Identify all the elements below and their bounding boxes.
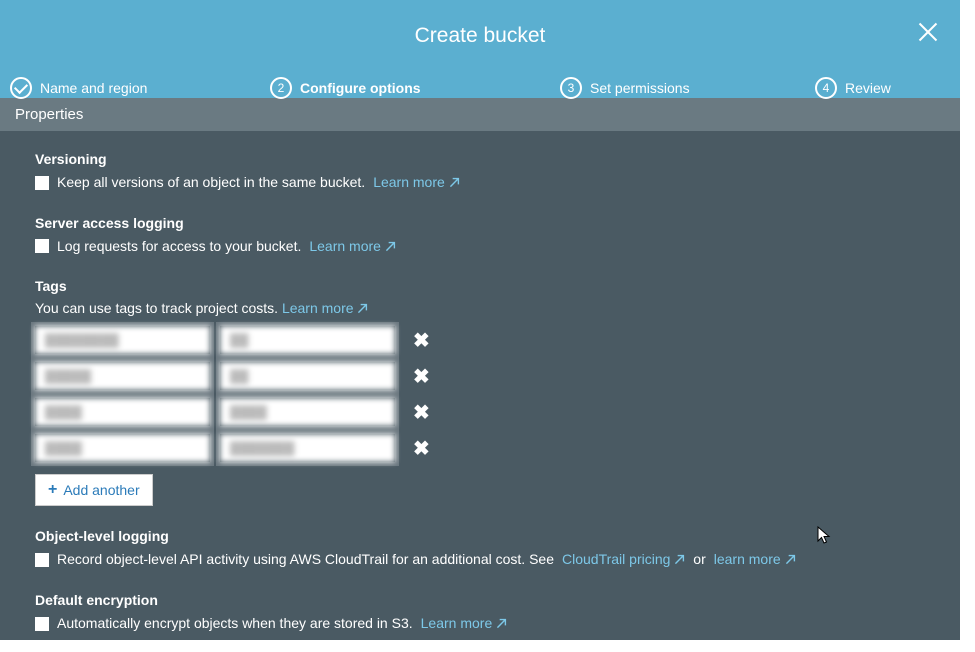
tag-row: ✖ — [35, 434, 925, 462]
link-text: CloudTrail pricing — [562, 551, 670, 567]
external-link-icon — [674, 554, 685, 565]
close-icon[interactable] — [916, 20, 940, 44]
remove-tag-icon[interactable]: ✖ — [409, 364, 434, 389]
encryption-title: Default encryption — [35, 592, 925, 608]
or-text: or — [693, 550, 705, 570]
tag-value-input[interactable] — [220, 326, 395, 354]
encryption-group: Default encryption Automatically encrypt… — [35, 592, 925, 634]
add-another-label: Add another — [63, 482, 139, 498]
modal-body-scroll[interactable]: Properties Versioning Keep all versions … — [0, 98, 960, 638]
object-logging-row: Record object-level API activity using A… — [35, 550, 925, 570]
object-logging-checkbox[interactable] — [35, 553, 49, 567]
remove-tag-icon[interactable]: ✖ — [409, 328, 434, 353]
step-name-and-region[interactable]: Name and region — [10, 77, 147, 99]
create-bucket-modal: Create bucket Name and region 2 Configur… — [0, 0, 960, 640]
tags-desc-row: You can use tags to track project costs.… — [35, 300, 925, 316]
step-label: Set permissions — [590, 80, 690, 96]
object-logging-learn-more-link[interactable]: learn more — [714, 550, 796, 570]
link-text: learn more — [714, 551, 781, 567]
encryption-learn-more-link[interactable]: Learn more — [421, 614, 507, 634]
object-logging-title: Object-level logging — [35, 528, 925, 544]
link-text: Learn more — [282, 300, 354, 316]
external-link-icon — [785, 554, 796, 565]
step-configure-options[interactable]: 2 Configure options — [270, 77, 421, 99]
encryption-text: Automatically encrypt objects when they … — [57, 614, 413, 634]
modal-title: Create bucket — [0, 0, 960, 48]
step-set-permissions[interactable]: 3 Set permissions — [560, 77, 690, 99]
add-another-tag-button[interactable]: + Add another — [35, 474, 153, 506]
tags-group: Tags You can use tags to track project c… — [35, 278, 925, 506]
tag-key-input[interactable] — [35, 434, 210, 462]
external-link-icon — [357, 303, 368, 314]
remove-tag-icon[interactable]: ✖ — [409, 400, 434, 425]
link-text: Learn more — [309, 238, 381, 254]
step-number-icon: 2 — [270, 77, 292, 99]
versioning-checkbox[interactable] — [35, 176, 49, 190]
modal-header: Create bucket Name and region 2 Configur… — [0, 0, 960, 98]
object-logging-group: Object-level logging Record object-level… — [35, 528, 925, 570]
link-text: Learn more — [373, 174, 445, 190]
tag-row: ✖ — [35, 362, 925, 390]
tag-key-input[interactable] — [35, 326, 210, 354]
server-logging-group: Server access logging Log requests for a… — [35, 215, 925, 257]
tags-desc: You can use tags to track project costs. — [35, 300, 278, 316]
server-logging-learn-more-link[interactable]: Learn more — [309, 237, 395, 257]
check-icon — [10, 77, 32, 99]
versioning-group: Versioning Keep all versions of an objec… — [35, 151, 925, 193]
properties-header: Properties — [0, 98, 960, 131]
object-logging-text: Record object-level API activity using A… — [57, 550, 554, 570]
tag-key-input[interactable] — [35, 362, 210, 390]
step-label: Name and region — [40, 80, 147, 96]
step-number-icon: 3 — [560, 77, 582, 99]
tags-learn-more-link[interactable]: Learn more — [282, 300, 368, 316]
link-text: Learn more — [421, 615, 493, 631]
tag-key-input[interactable] — [35, 398, 210, 426]
external-link-icon — [449, 177, 460, 188]
server-logging-title: Server access logging — [35, 215, 925, 231]
tag-value-input[interactable] — [220, 398, 395, 426]
versioning-row: Keep all versions of an object in the sa… — [35, 173, 925, 193]
step-label: Configure options — [300, 80, 421, 96]
tags-title: Tags — [35, 278, 925, 294]
step-number-icon: 4 — [815, 77, 837, 99]
versioning-text: Keep all versions of an object in the sa… — [57, 173, 365, 193]
external-link-icon — [496, 618, 507, 629]
plus-icon: + — [48, 481, 57, 499]
step-label: Review — [845, 80, 891, 96]
properties-content: Versioning Keep all versions of an objec… — [0, 131, 960, 638]
external-link-icon — [385, 241, 396, 252]
tag-row: ✖ — [35, 326, 925, 354]
encryption-checkbox[interactable] — [35, 617, 49, 631]
versioning-learn-more-link[interactable]: Learn more — [373, 173, 459, 193]
versioning-title: Versioning — [35, 151, 925, 167]
tag-value-input[interactable] — [220, 362, 395, 390]
server-logging-row: Log requests for access to your bucket. … — [35, 237, 925, 257]
cloudtrail-pricing-link[interactable]: CloudTrail pricing — [562, 550, 685, 570]
encryption-row: Automatically encrypt objects when they … — [35, 614, 925, 634]
server-logging-checkbox[interactable] — [35, 239, 49, 253]
server-logging-text: Log requests for access to your bucket. — [57, 237, 301, 257]
tags-list: ✖ ✖ ✖ ✖ — [35, 326, 925, 462]
step-review[interactable]: 4 Review — [815, 77, 891, 99]
tag-value-input[interactable] — [220, 434, 395, 462]
tag-row: ✖ — [35, 398, 925, 426]
remove-tag-icon[interactable]: ✖ — [409, 436, 434, 461]
